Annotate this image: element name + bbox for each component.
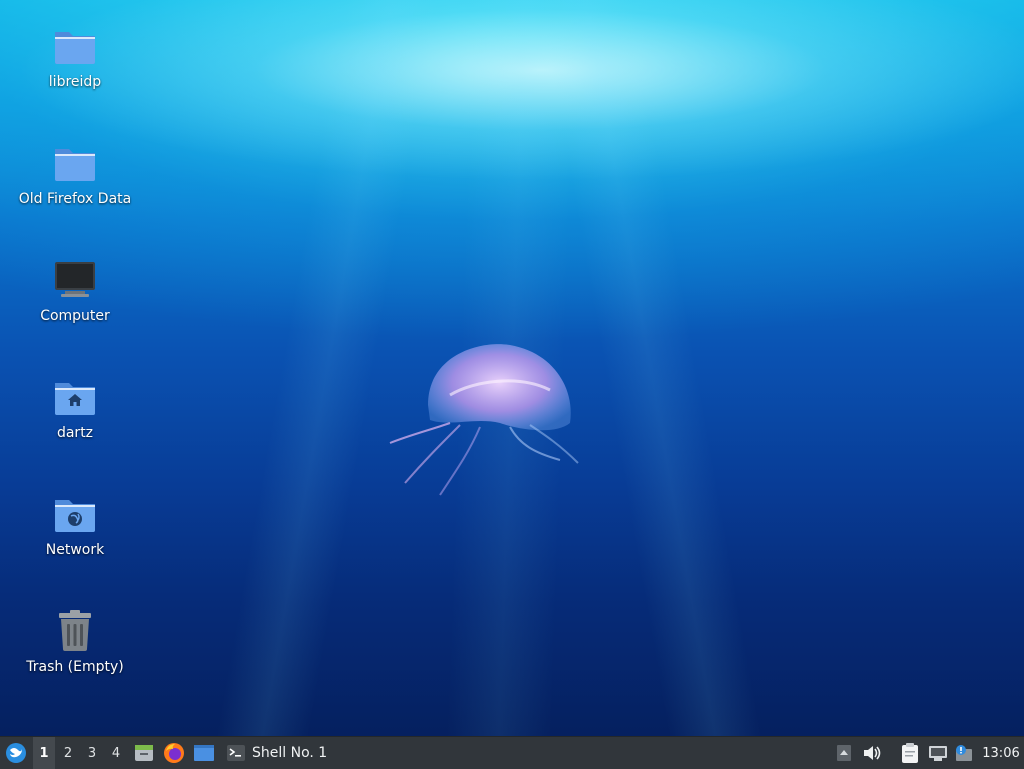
- workspace-3-button[interactable]: 3: [81, 737, 103, 769]
- computer-icon: [55, 262, 95, 297]
- tray-expand-icon: [837, 745, 851, 761]
- volume-control[interactable]: [860, 737, 884, 769]
- update-notifier-tray[interactable]: [952, 737, 974, 769]
- desktop-icon-computer[interactable]: Computer: [10, 256, 140, 324]
- start-menu-icon: [6, 743, 26, 763]
- clipboard-tray[interactable]: [898, 737, 922, 769]
- workspace-1-button[interactable]: 1: [33, 737, 55, 769]
- desktop-icon-label: Network: [45, 542, 105, 558]
- folder-icon: [55, 149, 95, 181]
- network-folder-icon: [55, 500, 95, 532]
- desktop-icon-label: Old Firefox Data: [18, 191, 132, 207]
- firefox-icon: [164, 743, 184, 763]
- file-manager-launcher[interactable]: [132, 737, 156, 769]
- desktop-background[interactable]: libreidp Old Firefox Data Computer dartz: [0, 0, 1024, 736]
- folder-icon: [55, 32, 95, 64]
- desktop-icon-network[interactable]: Network: [10, 490, 140, 558]
- show-desktop-launcher[interactable]: [192, 737, 216, 769]
- desktop-icon-label: Trash (Empty): [26, 659, 124, 675]
- workspace-2-button[interactable]: 2: [57, 737, 79, 769]
- desktop-icon-label: dartz: [56, 425, 94, 441]
- tray-expand-button[interactable]: [834, 737, 854, 769]
- start-menu-button[interactable]: [2, 737, 30, 769]
- home-folder-icon: [55, 383, 95, 415]
- desktop-icon-libreidp[interactable]: libreidp: [10, 22, 140, 90]
- volume-icon: [864, 746, 881, 760]
- network-wired-icon: [929, 746, 947, 761]
- task-button-shell[interactable]: Shell No. 1: [222, 739, 348, 767]
- desktop-icon-label: libreidp: [48, 74, 102, 90]
- jellyfish-wallpaper-image: [389, 344, 579, 496]
- workspace-4-button[interactable]: 4: [105, 737, 127, 769]
- desktop-icon-old-firefox-data[interactable]: Old Firefox Data: [10, 139, 140, 207]
- desktop-icon-trash[interactable]: Trash (Empty): [10, 607, 140, 675]
- clock[interactable]: 13:06: [978, 737, 1024, 769]
- firefox-launcher[interactable]: [162, 737, 186, 769]
- clipboard-icon: [902, 743, 918, 763]
- task-label: Shell No. 1: [252, 745, 328, 761]
- file-manager-icon: [135, 745, 153, 761]
- update-notifier-icon: [956, 745, 972, 761]
- desktop-icon-dartz[interactable]: dartz: [10, 373, 140, 441]
- desktop-icon-label: Computer: [40, 308, 110, 324]
- network-tray[interactable]: [926, 737, 950, 769]
- trash-icon: [59, 610, 91, 651]
- terminal-icon: [227, 745, 245, 761]
- show-desktop-icon: [194, 745, 214, 761]
- taskbar-panel: 1 2 3 4 Shell No. 1 13:06: [0, 736, 1024, 769]
